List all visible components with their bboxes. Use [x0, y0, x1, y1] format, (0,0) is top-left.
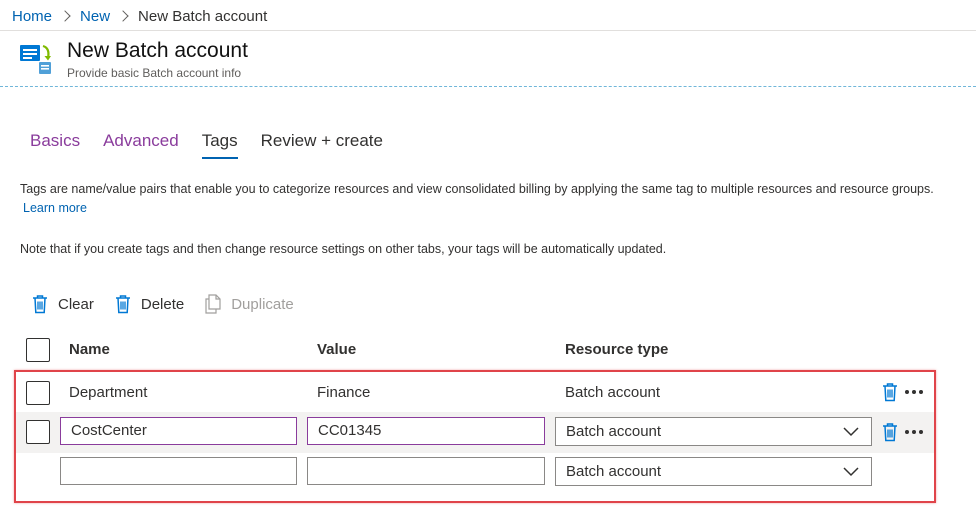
duplicate-label: Duplicate: [231, 295, 294, 313]
tags-toolbar: Clear Delete Duplicate: [31, 294, 314, 314]
header-divider: [0, 30, 976, 31]
select-all-checkbox[interactable]: [26, 338, 50, 362]
duplicate-icon: [205, 294, 221, 314]
chevron-right-icon: [59, 10, 71, 22]
tab-basics[interactable]: Basics: [30, 131, 80, 159]
tags-description-text: Tags are name/value pairs that enable yo…: [20, 182, 934, 196]
tags-note: Note that if you create tags and then ch…: [20, 242, 667, 256]
breadcrumb-home-link[interactable]: Home: [12, 8, 52, 25]
trash-icon: [115, 295, 130, 314]
column-header-value: Value: [317, 341, 357, 358]
breadcrumb-new-link[interactable]: New: [80, 8, 110, 25]
tab-advanced[interactable]: Advanced: [103, 131, 179, 159]
delete-label: Delete: [140, 295, 185, 313]
tags-description: Tags are name/value pairs that enable yo…: [20, 180, 960, 218]
duplicate-button[interactable]: Duplicate: [204, 294, 294, 314]
batch-account-icon: [19, 42, 55, 78]
page-header: New Batch account Provide basic Batch ac…: [19, 40, 248, 80]
page-subtitle: Provide basic Batch account info: [67, 66, 242, 80]
tab-tags[interactable]: Tags: [201, 131, 238, 159]
header-dashed-divider: [0, 86, 976, 87]
column-header-name: Name: [69, 341, 110, 358]
clear-button[interactable]: Clear: [31, 294, 94, 314]
breadcrumb: Home New New Batch account: [12, 6, 267, 26]
trash-icon: [33, 295, 47, 314]
breadcrumb-current: New Batch account: [138, 7, 268, 25]
chevron-right-icon: [117, 10, 129, 22]
tab-strip: Basics Advanced Tags Review + create: [30, 131, 406, 159]
delete-button[interactable]: Delete: [114, 294, 184, 314]
tab-review-create[interactable]: Review + create: [261, 131, 383, 159]
column-header-resource-type: Resource type: [565, 341, 669, 358]
page-title: New Batch account: [67, 39, 248, 62]
learn-more-link[interactable]: Learn more: [23, 201, 87, 215]
highlight-box: [14, 370, 936, 503]
clear-label: Clear: [58, 295, 94, 313]
